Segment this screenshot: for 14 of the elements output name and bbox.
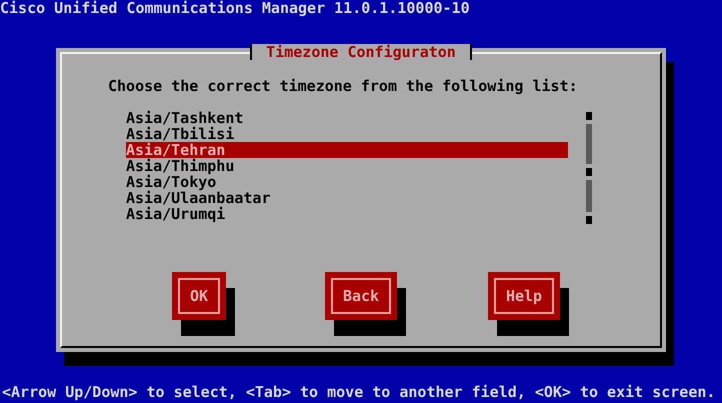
dialog-button[interactable]: Help: [488, 272, 560, 320]
dialog-button[interactable]: OK: [172, 272, 226, 320]
window-title: Cisco Unified Communications Manager 11.0.1.10000-10: [0, 0, 471, 16]
timezone-list-item[interactable]: Asia/Tashkent: [126, 110, 568, 126]
timezone-list-item[interactable]: Asia/Thimphu: [126, 158, 568, 174]
status-bar-hint: <Arrow Up/Down> to select, <Tab> to move to another field, <OK> to exit screen.: [2, 384, 716, 400]
timezone-list-item[interactable]: Asia/Urumqi: [126, 206, 568, 222]
prompt-text: Choose the correct timezone from the following list:: [108, 78, 578, 94]
timezone-list-item[interactable]: Asia/Tbilisi: [126, 126, 568, 142]
timezone-list-item[interactable]: Asia/Ulaanbaatar: [126, 190, 568, 206]
dialog-button[interactable]: Back: [325, 272, 397, 320]
timezone-list-item[interactable]: Asia/Tehran: [126, 142, 568, 158]
dialog-title: Timezone Configuraton: [250, 44, 472, 60]
timezone-list-item[interactable]: Asia/Tokyo: [126, 174, 568, 190]
